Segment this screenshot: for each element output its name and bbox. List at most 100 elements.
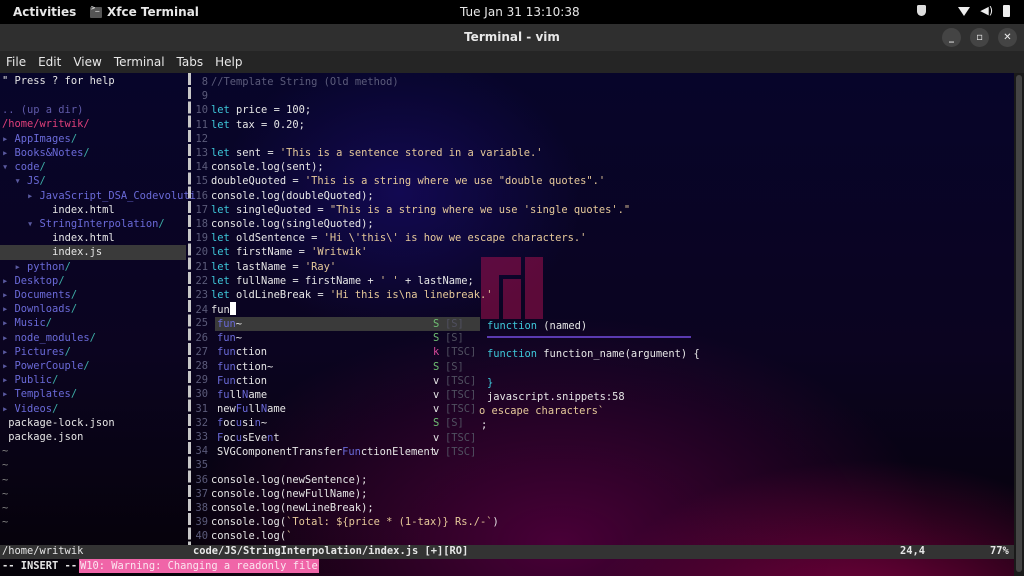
tree-dir-item[interactable]: ▸ Videos/ <box>2 402 58 416</box>
code-line[interactable]: 24 fun <box>190 302 236 316</box>
code-line[interactable]: 38 console.log(newLineBreak); <box>190 501 373 515</box>
code-line[interactable]: 21 let lastName = 'Ray' <box>190 260 336 274</box>
tree-dir-item[interactable]: ▸ AppImages/ <box>2 132 77 146</box>
terminal-content[interactable]: " Press ? for help .. (up a dir) /home/w… <box>0 73 1014 576</box>
code-line[interactable]: 19 let oldSentence = 'Hi \'this\' is how … <box>190 231 586 245</box>
tree-dir-slash: / <box>158 218 165 230</box>
app-menu-button[interactable]: Xfce Terminal <box>90 4 199 19</box>
menu-terminal[interactable]: Terminal <box>108 51 171 73</box>
tree-dir-item[interactable]: ▸ Downloads/ <box>2 302 77 316</box>
completion-item[interactable]: fun~ S [S] <box>215 317 480 332</box>
vim-cmdline[interactable]: -- INSERT -- W10: Warning: Changing a re… <box>0 559 1014 574</box>
tree-dir-item[interactable]: ▸ python/ <box>2 260 71 274</box>
tree-dir-item[interactable]: ▸ JavaScript_DSA_Codevoluti <box>2 189 196 203</box>
completion-source: [TSC] <box>445 445 477 458</box>
code-line[interactable]: 37 console.log(newFullName); <box>190 487 367 501</box>
wifi-icon[interactable] <box>958 7 971 16</box>
tree-file-item[interactable]: index.html <box>2 203 115 217</box>
code-line[interactable]: 28 <box>190 359 211 373</box>
tree-dir-item[interactable]: ▸ Books&Notes/ <box>2 146 90 160</box>
code-line[interactable]: 18 console.log(singleQuoted); <box>190 217 373 231</box>
tree-dir-item[interactable]: ▸ Documents/ <box>2 288 77 302</box>
battery-icon[interactable] <box>1003 4 1010 17</box>
nerdtree-panel[interactable]: " Press ? for help .. (up a dir) /home/w… <box>0 73 196 545</box>
completion-item[interactable]: fun~ S [S] <box>215 331 480 345</box>
completion-item[interactable]: focusin~ S [S] <box>215 416 480 430</box>
code-line[interactable]: 20 let firstName = 'Writwik' <box>190 245 367 259</box>
completion-kind: v <box>433 389 440 401</box>
shield-icon[interactable] <box>917 5 927 16</box>
code-line[interactable]: 13 let sent = 'This is a sentence stored … <box>190 146 542 160</box>
code-string: 'Hi \'this\' is how we escape characters… <box>323 232 587 245</box>
tree-dir-slash: / <box>83 360 90 372</box>
tree-dir-item[interactable]: ▾ JS/ <box>2 174 46 188</box>
system-tray[interactable]: ◀) <box>917 4 1010 17</box>
completion-item[interactable]: SVGComponentTransferFunctionElement v [TSC… <box>215 445 480 459</box>
code-line[interactable]: 33 <box>190 430 211 444</box>
completion-match: fun <box>217 318 236 330</box>
menu-edit[interactable]: Edit <box>32 51 67 73</box>
code-line[interactable]: 27 <box>190 345 211 359</box>
tree-file-item[interactable]: index.html <box>2 231 115 245</box>
tree-up-dir[interactable]: .. (up a dir) <box>2 103 83 117</box>
scrollbar-thumb[interactable] <box>1016 75 1022 572</box>
code-line[interactable]: 32 <box>190 416 211 430</box>
code-line[interactable]: 15 doubleQuoted = 'This is a string where… <box>190 174 605 188</box>
tree-file-item[interactable]: index.js <box>0 245 186 260</box>
tree-dir-item[interactable]: ▸ Public/ <box>2 373 58 387</box>
code-editor[interactable]: 8//Template String (Old method) 9 10 let pr… <box>195 73 1006 545</box>
menu-file[interactable]: File <box>0 51 32 73</box>
completion-item[interactable]: Function v [TSC] <box>215 374 480 388</box>
code-line[interactable]: 12 <box>190 132 211 146</box>
code-line[interactable]: 11 let tax = 0.20; <box>190 118 304 132</box>
tree-file-item[interactable]: package-lock.json <box>2 416 114 430</box>
code-line[interactable]: 35 <box>190 458 211 472</box>
code-line[interactable]: 25 <box>190 316 211 330</box>
maximize-button[interactable]: ▫ <box>970 28 989 47</box>
minimize-button[interactable]: _ <box>942 28 961 47</box>
line-number: 29 <box>195 374 208 387</box>
tree-dir-item[interactable]: ▸ node_modules/ <box>2 331 96 345</box>
tree-root-path[interactable]: /home/writwik/ <box>2 117 90 131</box>
code-line[interactable]: 16 console.log(doubleQuoted); <box>190 189 373 203</box>
menu-view[interactable]: View <box>67 51 107 73</box>
code-line[interactable]: 8//Template String (Old method) <box>190 75 399 89</box>
menu-tabs[interactable]: Tabs <box>171 51 210 73</box>
completion-item[interactable]: newFullName v [TSC] <box>215 402 480 416</box>
activities-button[interactable]: Activities <box>13 5 76 19</box>
completion-item[interactable]: function~ S [S] <box>215 360 480 374</box>
menu-help[interactable]: Help <box>209 51 248 73</box>
window-titlebar[interactable]: Terminal - vim _ ▫ ✕ <box>0 24 1024 51</box>
code-line[interactable]: 14 console.log(sent); <box>190 160 323 174</box>
tree-dir-item[interactable]: ▸ Templates/ <box>2 387 77 401</box>
close-button[interactable]: ✕ <box>998 28 1017 47</box>
line-number: 23 <box>195 289 208 301</box>
clock[interactable]: Tue Jan 31 13:10:38 <box>460 5 580 19</box>
completion-word-part: si <box>242 417 255 430</box>
code-line[interactable]: 36 console.log(newSentence); <box>190 473 367 487</box>
volume-icon[interactable]: ◀) <box>980 4 993 17</box>
tree-dir-item[interactable]: ▸ Pictures/ <box>2 345 71 359</box>
tree-dir-item[interactable]: ▸ Desktop/ <box>2 274 65 288</box>
terminal-scrollbar[interactable] <box>1014 73 1024 576</box>
code-line[interactable]: 26 <box>190 331 211 345</box>
completion-item[interactable]: fullName v [TSC] <box>215 388 480 402</box>
completion-item[interactable]: FocusEvent v [TSC] <box>215 431 480 445</box>
code-line[interactable]: 23 let oldLineBreak = 'Hi this is\na line… <box>190 288 492 302</box>
tree-dir-item[interactable]: ▾ StringInterpolation/ <box>2 217 165 231</box>
tree-dir-item[interactable]: ▸ PowerCouple/ <box>2 359 90 373</box>
code-line[interactable]: 29 <box>190 373 211 387</box>
code-line[interactable]: 39 console.log(`Total: ${price * (1-tax)}… <box>190 515 498 529</box>
code-line[interactable]: 10 let price = 100; <box>190 103 311 117</box>
completion-item[interactable]: function k [TSC] <box>215 345 480 359</box>
tree-file-item[interactable]: package.json <box>2 430 83 444</box>
code-line[interactable]: 40 console.log(` <box>190 529 292 543</box>
tree-dir-item[interactable]: ▾ code/ <box>2 160 46 174</box>
code-line[interactable]: 31 <box>190 402 211 416</box>
code-line[interactable]: 17 let singleQuoted = "This is a string w… <box>190 203 630 217</box>
code-line[interactable]: 9 <box>190 89 211 103</box>
tree-dir-item[interactable]: ▸ Music/ <box>2 316 52 330</box>
code-line[interactable]: 30 <box>190 387 211 401</box>
code-line[interactable]: 34 <box>190 444 211 458</box>
code-line[interactable]: 22 let fullName = firstName + ' ' + lastN… <box>190 274 473 288</box>
